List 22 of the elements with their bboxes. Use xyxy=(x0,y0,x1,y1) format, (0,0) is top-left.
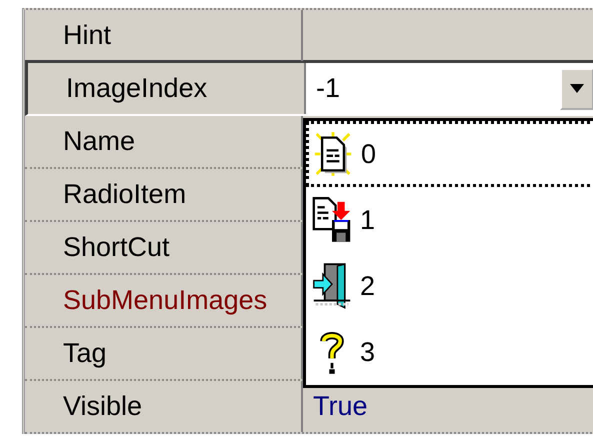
item-label: 3 xyxy=(360,336,376,368)
item-label: 1 xyxy=(360,204,376,236)
item-label: 2 xyxy=(360,270,376,302)
item-label: 0 xyxy=(361,138,376,170)
property-row[interactable]: ImageIndex -1 xyxy=(25,60,593,116)
property-name: Hint xyxy=(63,20,112,51)
dropdown-item[interactable]: 0 xyxy=(306,121,593,187)
sparkle-document-icon xyxy=(313,130,353,178)
property-value: True xyxy=(313,391,368,422)
property-name: Name xyxy=(63,126,136,157)
property-name: ShortCut xyxy=(63,232,170,263)
door-arrow-icon xyxy=(312,262,352,310)
property-name: RadioItem xyxy=(63,179,186,210)
dropdown-item[interactable]: 2 xyxy=(306,253,593,319)
caret-icon xyxy=(570,84,584,93)
dropdown-item[interactable]: 1 xyxy=(306,187,593,253)
property-name: SubMenuImages xyxy=(63,285,268,316)
property-name: Visible xyxy=(63,391,142,422)
document-floppy-icon xyxy=(312,196,352,244)
property-name: Tag xyxy=(63,338,107,369)
dropdown-button[interactable] xyxy=(560,68,593,110)
property-name: ImageIndex xyxy=(66,73,208,104)
